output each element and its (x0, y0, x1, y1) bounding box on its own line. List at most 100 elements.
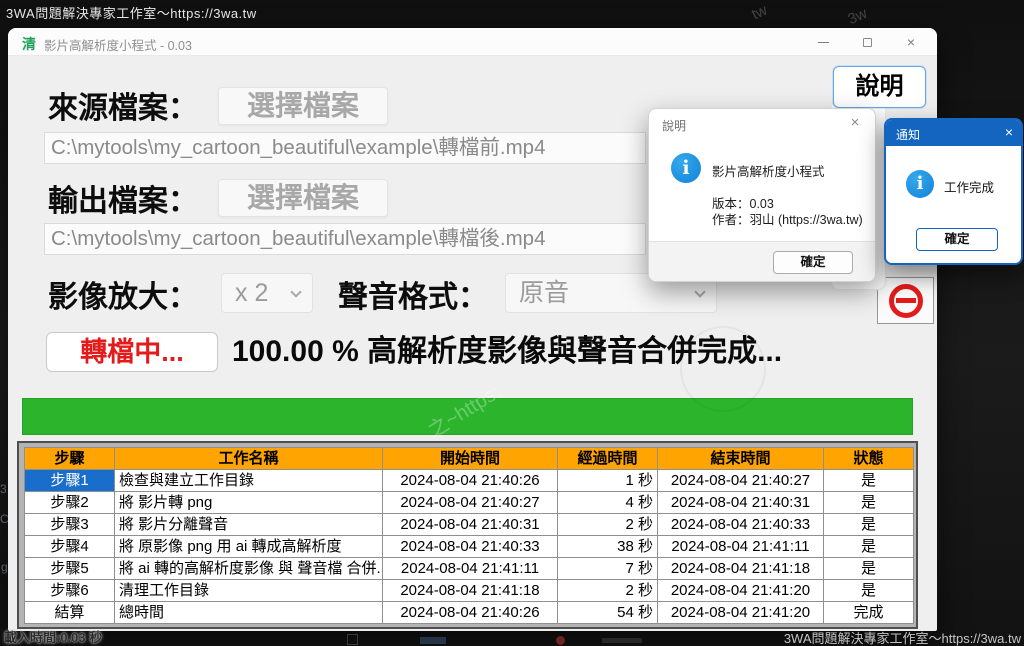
cell-elapsed: 1 秒 (558, 470, 658, 492)
cell-start-time: 2024-08-04 21:40:26 (383, 470, 558, 492)
notify-dialog: 通知 × i 工作完成 確定 (884, 118, 1023, 265)
cell-end-time: 2024-08-04 21:40:27 (658, 470, 824, 492)
taskbar-icon[interactable] (602, 638, 642, 643)
table-row[interactable]: 步驟2 將 影片轉 png 2024-08-04 21:40:27 4 秒 20… (25, 492, 914, 514)
window-controls: × (801, 28, 933, 56)
help-dialog: 說明 × i 影片高解析度小程式 版本：0.03 作者：羽山 (https://… (648, 108, 876, 282)
cell-end-time: 2024-08-04 21:41:18 (658, 558, 824, 580)
scale-select[interactable]: x 2 (221, 273, 313, 313)
help-button[interactable]: 說明 (833, 66, 926, 108)
table-row[interactable]: 步驟3 將 影片分離聲音 2024-08-04 21:40:31 2 秒 202… (25, 514, 914, 536)
minimize-button[interactable] (801, 28, 845, 56)
close-icon[interactable]: × (845, 114, 865, 131)
cell-start-time: 2024-08-04 21:40:26 (383, 602, 558, 624)
source-file-label: 來源檔案： (48, 83, 198, 127)
help-dialog-footer: 確定 (649, 241, 875, 281)
converting-button[interactable]: 轉檔中... (46, 332, 218, 372)
cell-elapsed: 54 秒 (558, 602, 658, 624)
info-icon: i (906, 170, 934, 198)
cell-start-time: 2024-08-04 21:41:18 (383, 580, 558, 602)
help-ok-button[interactable]: 確定 (773, 251, 853, 274)
col-header-start-time: 開始時間 (383, 448, 558, 470)
cell-job-name: 將 影片轉 png (115, 492, 383, 514)
cell-job-name: 將 影片分離聲音 (115, 514, 383, 536)
output-path-input[interactable]: C:\mytools\my_cartoon_beautiful\example\… (44, 223, 646, 255)
choose-source-file-button[interactable]: 選擇檔案 (218, 87, 388, 125)
maximize-icon (863, 38, 872, 47)
window-title: 影片高解析度小程式 - 0.03 (44, 35, 192, 54)
app-icon: 清 (22, 34, 36, 54)
desktop-icon-label-fragment: g (1, 560, 8, 574)
close-icon: × (907, 35, 915, 49)
table-header-row: 步驟 工作名稱 開始時間 經過時間 結束時間 狀態 (25, 448, 914, 470)
cell-status: 是 (824, 470, 914, 492)
notify-ok-button[interactable]: 確定 (916, 228, 998, 251)
watermark: 3w (845, 5, 869, 28)
cell-start-time: 2024-08-04 21:41:11 (383, 558, 558, 580)
cell-status: 是 (824, 580, 914, 602)
table-row[interactable]: 結算 總時間 2024-08-04 21:40:26 54 秒 2024-08-… (25, 602, 914, 624)
cell-end-time: 2024-08-04 21:41:20 (658, 602, 824, 624)
chevron-down-icon (290, 286, 301, 297)
load-time-text: 載入時間:0.03 秒 (4, 627, 102, 646)
desktop-credit-text: 3WA問題解決專家工作室～https://3wa.tw (784, 628, 1021, 646)
notify-message: 工作完成 (944, 177, 994, 196)
cell-end-time: 2024-08-04 21:40:33 (658, 514, 824, 536)
col-header-status: 狀態 (824, 448, 914, 470)
cell-elapsed: 7 秒 (558, 558, 658, 580)
audio-format-value: 原音 (519, 279, 569, 307)
cell-step: 步驟2 (25, 492, 115, 514)
cell-status: 是 (824, 536, 914, 558)
notify-dialog-titlebar[interactable]: 通知 × (886, 120, 1021, 146)
job-table-body: 步驟1 檢查與建立工作目錄 2024-08-04 21:40:26 1 秒 20… (25, 470, 914, 624)
cell-elapsed: 2 秒 (558, 514, 658, 536)
table-row[interactable]: 步驟6 清理工作目錄 2024-08-04 21:41:18 2 秒 2024-… (25, 580, 914, 602)
table-row[interactable]: 步驟4 將 原影像 png 用 ai 轉成高解析度 2024-08-04 21:… (25, 536, 914, 558)
cell-step: 步驟5 (25, 558, 115, 580)
table-row[interactable]: 步驟1 檢查與建立工作目錄 2024-08-04 21:40:26 1 秒 20… (25, 470, 914, 492)
cell-status: 完成 (824, 602, 914, 624)
desktop: 3WA問題解決專家工作室～https://3wa.tw tw 3w 3 C g … (0, 0, 1024, 646)
cell-elapsed: 2 秒 (558, 580, 658, 602)
cell-status: 是 (824, 514, 914, 536)
cell-job-name: 將 原影像 png 用 ai 轉成高解析度 (115, 536, 383, 558)
cell-start-time: 2024-08-04 21:40:27 (383, 492, 558, 514)
cell-job-name: 清理工作目錄 (115, 580, 383, 602)
col-header-step: 步驟 (25, 448, 115, 470)
watermark-circle (680, 326, 766, 412)
cell-elapsed: 4 秒 (558, 492, 658, 514)
cell-status: 是 (824, 558, 914, 580)
cell-end-time: 2024-08-04 21:41:20 (658, 580, 824, 602)
cell-step: 步驟4 (25, 536, 115, 558)
audio-format-label: 聲音格式： (338, 272, 488, 316)
window-titlebar[interactable]: 清 影片高解析度小程式 - 0.03 × (8, 28, 937, 56)
help-app-name: 影片高解析度小程式 (712, 161, 825, 180)
scale-value: x 2 (235, 279, 268, 307)
taskbar-icon[interactable] (420, 637, 446, 644)
source-path-input[interactable]: C:\mytools\my_cartoon_beautiful\example\… (44, 132, 646, 164)
choose-output-file-button[interactable]: 選擇檔案 (218, 179, 388, 217)
cell-status: 是 (824, 492, 914, 514)
col-header-end-time: 結束時間 (658, 448, 824, 470)
cell-end-time: 2024-08-04 21:41:11 (658, 536, 824, 558)
chevron-down-icon (694, 286, 705, 297)
minimize-icon (818, 42, 829, 43)
col-header-elapsed: 經過時間 (558, 448, 658, 470)
cell-step: 步驟6 (25, 580, 115, 602)
taskbar-icon[interactable] (347, 634, 358, 645)
close-button[interactable]: × (889, 28, 933, 56)
watermark: 之~https: (421, 376, 505, 443)
cell-elapsed: 38 秒 (558, 536, 658, 558)
job-table: 步驟 工作名稱 開始時間 經過時間 結束時間 狀態 步驟1 檢查與建立工作目錄 … (24, 447, 914, 624)
info-icon: i (671, 153, 701, 183)
help-dialog-title: 說明 (662, 117, 686, 134)
cell-step: 步驟1 (25, 470, 115, 492)
watermark: tw (749, 2, 770, 24)
cell-start-time: 2024-08-04 21:40:31 (383, 514, 558, 536)
maximize-button[interactable] (845, 28, 889, 56)
notify-dialog-title: 通知 (896, 126, 920, 143)
table-row[interactable]: 步驟5 將 ai 轉的高解析度影像 與 聲音檔 合併... 2024-08-04… (25, 558, 914, 580)
close-icon[interactable]: × (1005, 124, 1013, 140)
cell-start-time: 2024-08-04 21:40:33 (383, 536, 558, 558)
taskbar-icon[interactable] (556, 636, 565, 645)
